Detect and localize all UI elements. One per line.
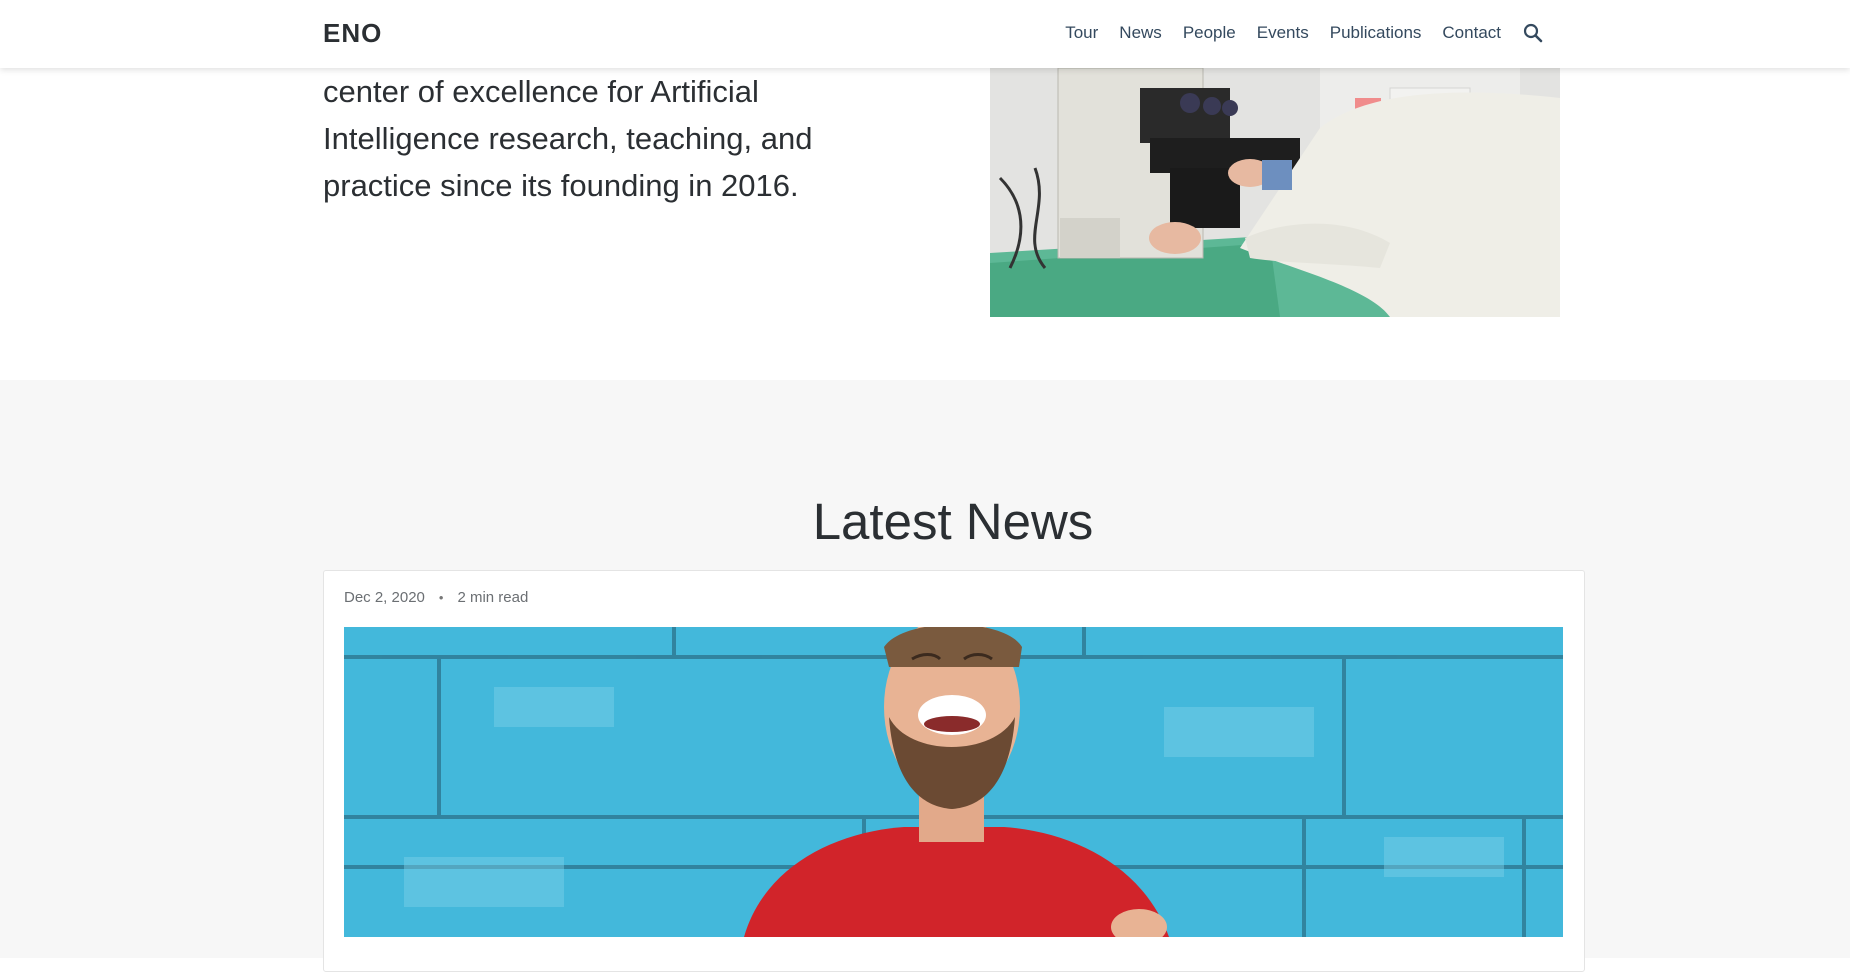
main-nav: Tour News People Events Publications Con… [1065,22,1544,44]
nav-link-people[interactable]: People [1183,23,1236,43]
nav-link-publications[interactable]: Publications [1330,23,1422,43]
news-date: Dec 2, 2020 [344,589,425,606]
search-icon[interactable] [1522,22,1544,44]
news-card[interactable]: Dec 2, 2020 • 2 min read [323,570,1585,972]
site-logo[interactable]: ENO [323,18,382,49]
read-time: 2 min read [457,589,529,606]
nav-link-news[interactable]: News [1119,23,1162,43]
meta-separator: • [438,590,444,605]
hero-description: center of excellence for Artificial Inte… [323,74,813,203]
nav-link-contact[interactable]: Contact [1442,23,1501,43]
nav-link-tour[interactable]: Tour [1065,23,1098,43]
top-nav-bar: ENO Tour News People Events Publications… [0,0,1850,68]
section-title: Latest News [812,493,1094,550]
hero-section: center of excellence for Artificial Inte… [0,68,1850,380]
nav-link-events[interactable]: Events [1257,23,1309,43]
lab-scientist-photo [990,68,1560,317]
news-article-image[interactable] [344,627,1563,937]
news-meta: Dec 2, 2020 • 2 min read [344,589,528,606]
latest-news-section: Latest News Dec 2, 2020 • 2 min read [0,380,1850,972]
